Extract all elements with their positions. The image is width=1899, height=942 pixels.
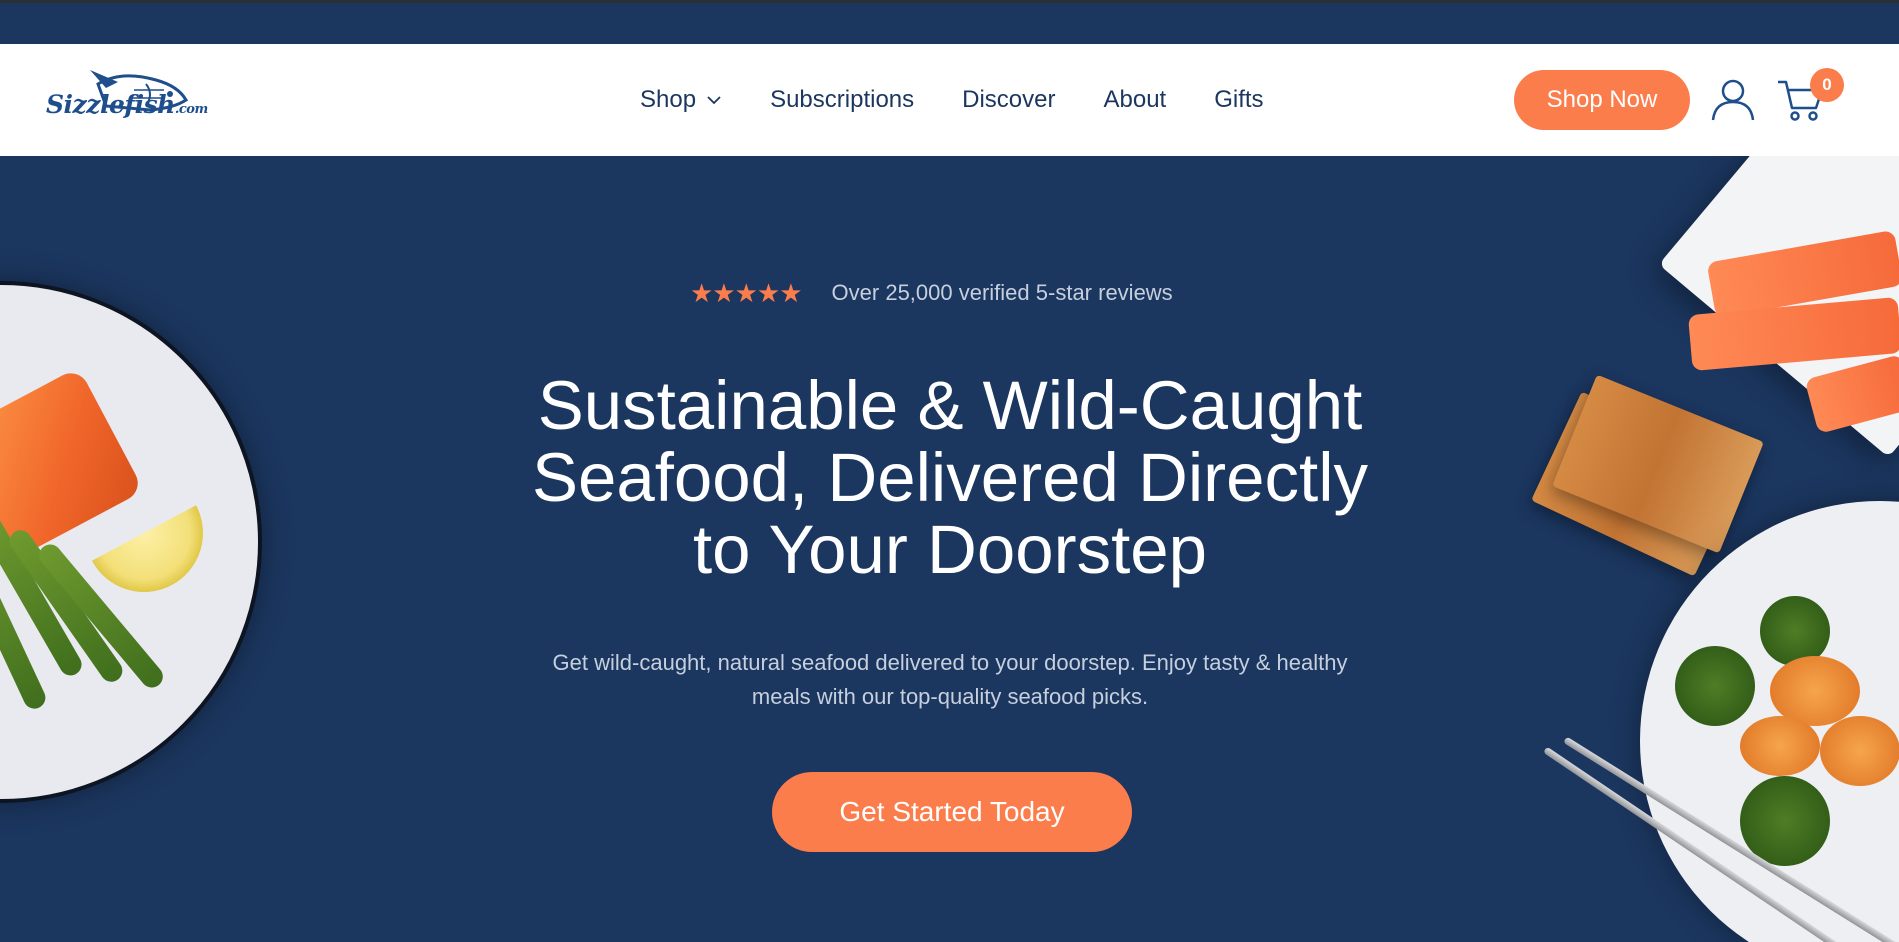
shrimp-image — [1740, 716, 1820, 776]
hero-subtext: Get wild-caught, natural seafood deliver… — [500, 646, 1400, 714]
nav-item-label: About — [1103, 86, 1167, 113]
announcement-bar — [0, 0, 1899, 44]
nav-item-label: Subscriptions — [770, 86, 915, 113]
broccoli-image — [1675, 646, 1755, 726]
hero-section: ★★★★★ Over 25,000 verified 5-star review… — [0, 156, 1899, 942]
reviews-summary: ★★★★★ Over 25,000 verified 5-star review… — [690, 278, 1173, 308]
subtext-line: Get wild-caught, natural seafood deliver… — [552, 650, 1348, 675]
logo-wordmark: Sizzlefish.com — [46, 90, 208, 119]
shop-now-button[interactable]: Shop Now — [1514, 70, 1690, 130]
nav-item-discover[interactable]: Discover — [962, 86, 1055, 114]
cart-count-badge: 0 — [1810, 68, 1844, 102]
chevron-down-icon — [707, 96, 721, 105]
hero-headline: Sustainable & Wild-Caught Seafood, Deliv… — [450, 370, 1450, 586]
sizzlefish-logo[interactable]: Sizzlefish.com — [46, 66, 208, 132]
headline-line: Seafood, Delivered Directly — [531, 439, 1369, 516]
nav-item-subscriptions[interactable]: Subscriptions — [770, 86, 914, 114]
nav-item-shop[interactable]: Shop — [640, 86, 722, 114]
get-started-button[interactable]: Get Started Today — [772, 772, 1132, 852]
subtext-line: meals with our top-quality seafood picks… — [751, 684, 1149, 709]
shrimp-image — [1820, 716, 1899, 786]
nav-item-about[interactable]: About — [1104, 86, 1167, 114]
nav-item-label: Gifts — [1214, 86, 1264, 113]
user-account-icon[interactable] — [1710, 76, 1756, 122]
headline-line: to Your Doorstep — [692, 511, 1208, 588]
reviews-text: Over 25,000 verified 5-star reviews — [831, 280, 1173, 305]
main-nav: Shop Subscriptions Discover About Gifts — [640, 82, 1312, 118]
five-star-rating-icon: ★★★★★ — [690, 277, 803, 308]
headline-line: Sustainable & Wild-Caught — [537, 367, 1363, 444]
nav-item-label: Discover — [962, 86, 1056, 113]
site-header: Sizzlefish.com Shop Subscriptions Discov… — [0, 44, 1899, 156]
nav-item-label: Shop — [640, 86, 697, 113]
nav-item-gifts[interactable]: Gifts — [1214, 86, 1263, 114]
